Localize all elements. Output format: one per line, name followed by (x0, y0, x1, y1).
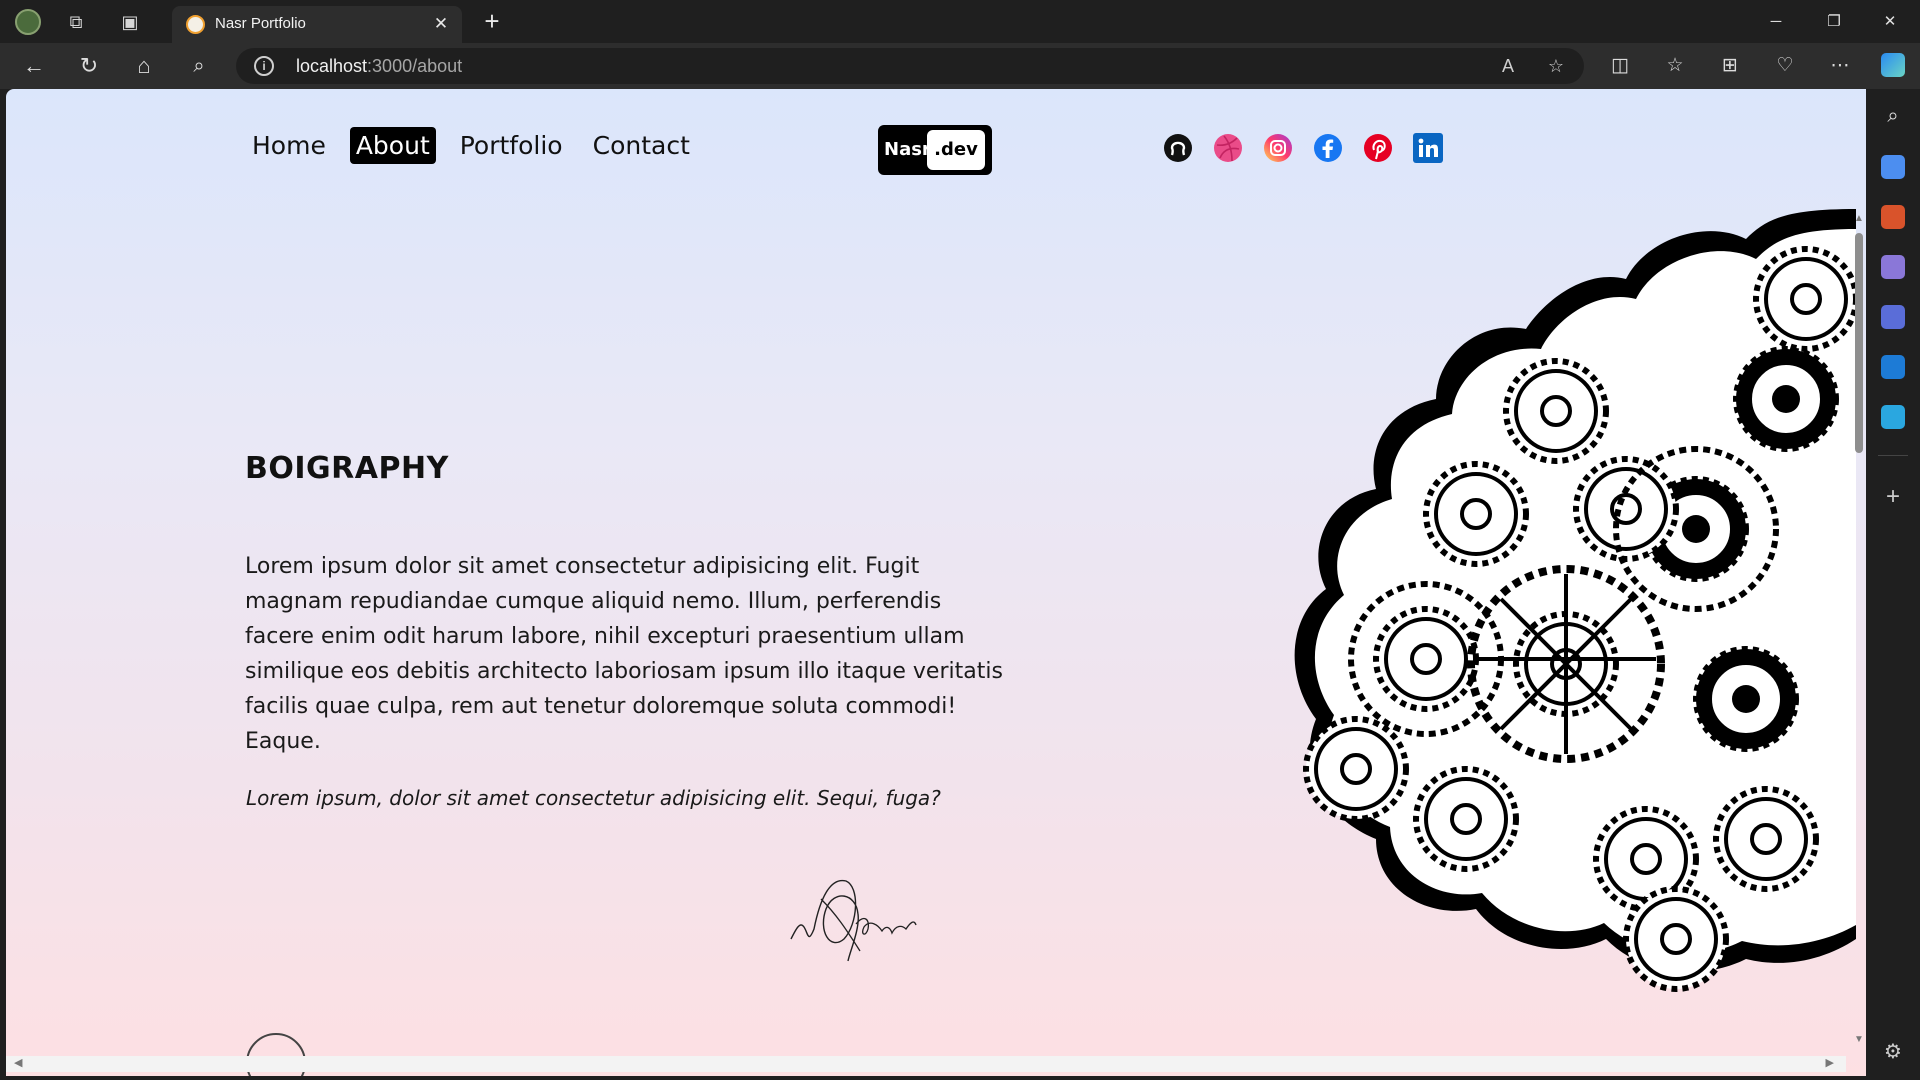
scroll-right-icon[interactable]: ▶ (1826, 1056, 1834, 1069)
signature-image (786, 869, 936, 974)
favorites-icon[interactable]: ☆ (1659, 51, 1691, 81)
social-links (1163, 133, 1443, 163)
drop-send-icon[interactable] (1881, 405, 1905, 429)
instagram-icon[interactable] (1263, 133, 1293, 163)
profile-avatar-icon[interactable] (14, 8, 42, 36)
tab-title: Nasr Portfolio (215, 15, 306, 32)
refresh-icon[interactable]: ↻ (73, 51, 105, 81)
back-icon[interactable]: ← (18, 51, 50, 81)
restore-icon[interactable]: ❐ (1811, 8, 1857, 36)
edge-sidebar: ⌕ + ⚙ (1866, 53, 1920, 1080)
games-icon[interactable] (1881, 255, 1905, 279)
new-tab-button[interactable]: + (478, 8, 506, 36)
page-viewport: Home About Portfolio Contact Nasr .dev B… (6, 89, 1866, 1076)
biography-quote: Lorem ipsum, dolor sit amet consectetur … (246, 786, 941, 810)
browser-tab[interactable]: Nasr Portfolio ✕ (172, 6, 462, 43)
browser-essentials-icon[interactable]: ♡ (1769, 51, 1801, 81)
logo-name: Nasr (884, 139, 931, 160)
close-tab-icon[interactable]: ✕ (430, 13, 452, 35)
nav-about-link[interactable]: About (349, 127, 436, 164)
tab-favicon-icon (186, 15, 205, 34)
dribbble-icon[interactable] (1213, 133, 1243, 163)
site-info-icon[interactable]: i (254, 56, 274, 76)
split-screen-icon[interactable]: ◫ (1604, 51, 1636, 81)
workspaces-icon[interactable]: ⧉ (62, 8, 90, 36)
browser-toolbar: ← ↻ ⌂ ⌕ i localhost:3000/about A ☆ ◫ ☆ ⊞… (0, 43, 1920, 89)
vertical-scroll-thumb[interactable] (1855, 233, 1863, 453)
address-bar[interactable]: i localhost:3000/about A ☆ (236, 48, 1584, 84)
pinterest-icon[interactable] (1363, 133, 1393, 163)
scroll-down-icon[interactable]: ▼ (1852, 1034, 1866, 1048)
more-options-icon[interactable]: ⋯ (1824, 51, 1856, 81)
vertical-tabs-icon[interactable]: ▣ (116, 8, 144, 36)
copilot-icon[interactable] (1881, 53, 1905, 77)
horizontal-scrollbar[interactable]: ◀ ▶ (6, 1056, 1846, 1072)
facebook-icon[interactable] (1313, 133, 1343, 163)
office-icon[interactable] (1881, 305, 1905, 329)
minimize-icon[interactable]: ─ (1753, 8, 1799, 36)
nav-contact-link[interactable]: Contact (587, 127, 696, 164)
sidebar-settings-icon[interactable]: ⚙ (1881, 1039, 1905, 1063)
favorite-star-icon[interactable]: ☆ (1542, 53, 1570, 79)
shopping-tag-icon[interactable] (1881, 155, 1905, 179)
search-icon[interactable]: ⌕ (183, 51, 215, 81)
site-logo[interactable]: Nasr .dev (878, 125, 992, 175)
add-sidebar-item-icon[interactable]: + (1881, 485, 1905, 509)
vertical-scrollbar[interactable]: ▲ ▼ (1852, 213, 1866, 1048)
tools-briefcase-icon[interactable] (1881, 205, 1905, 229)
close-window-icon[interactable]: ✕ (1867, 8, 1913, 36)
sidebar-search-icon[interactable]: ⌕ (1881, 105, 1905, 129)
read-aloud-icon[interactable]: A (1494, 53, 1522, 79)
scroll-left-icon[interactable]: ◀ (14, 1056, 22, 1069)
main-nav: Home About Portfolio Contact (246, 127, 714, 164)
logo-tld: .dev (927, 130, 985, 170)
linkedin-icon[interactable] (1413, 133, 1443, 163)
outlook-icon[interactable] (1881, 355, 1905, 379)
home-icon[interactable]: ⌂ (128, 51, 160, 81)
nav-portfolio-link[interactable]: Portfolio (454, 127, 569, 164)
nav-home-link[interactable]: Home (246, 127, 332, 164)
biography-paragraph: Lorem ipsum dolor sit amet consectetur a… (245, 554, 1003, 754)
github-icon[interactable] (1163, 133, 1193, 163)
browser-tab-bar: ⧉ ▣ Nasr Portfolio ✕ + ─ ❐ ✕ (0, 0, 1920, 43)
page-title: BOIGRAPHY (245, 451, 449, 486)
gear-brain-illustration (1226, 199, 1856, 1044)
collections-icon[interactable]: ⊞ (1714, 51, 1746, 81)
sidebar-divider (1878, 455, 1908, 456)
url-text[interactable]: localhost:3000/about (296, 56, 462, 77)
scroll-up-icon[interactable]: ▲ (1852, 213, 1866, 227)
